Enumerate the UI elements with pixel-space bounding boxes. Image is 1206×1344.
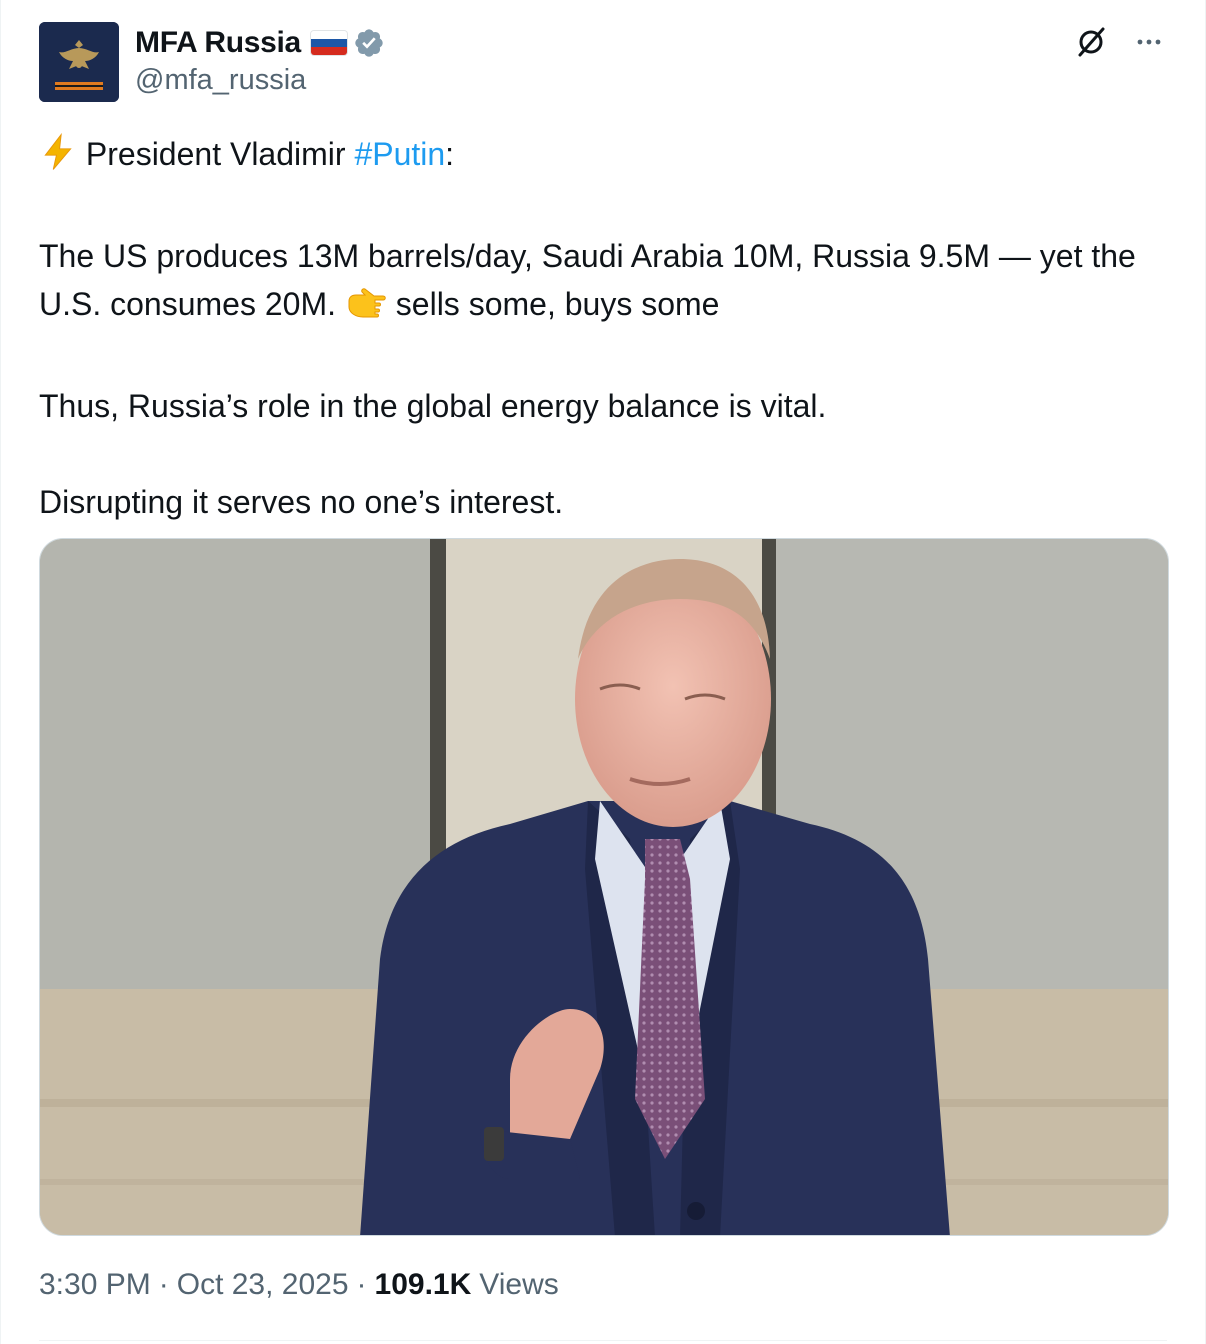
tweet-actions-top: [1073, 24, 1167, 60]
grok-icon[interactable]: [1073, 24, 1109, 60]
meta-separator: ·: [158, 1268, 169, 1301]
author-name-row: MFA Russia: [135, 24, 385, 62]
tweet-time[interactable]: 3:30 PM: [39, 1268, 151, 1302]
views-count: 109.1K: [374, 1268, 472, 1301]
tweet-photo[interactable]: [39, 538, 1169, 1236]
backhand-index-pointing-right-emoji: [345, 286, 387, 334]
tweet-line1-prefix: President Vladimir: [85, 136, 355, 172]
russia-flag-icon: [310, 31, 347, 55]
tweet-text: President Vladimir #Putin: The US produc…: [39, 130, 1169, 526]
tweet-date[interactable]: Oct 23, 2025: [177, 1268, 349, 1302]
tweet-meta: 3:30 PM · Oct 23, 2025 · 109.1K Views: [39, 1268, 559, 1302]
tweet-para4: Disrupting it serves no one’s interest.: [39, 484, 564, 520]
verified-badge-icon: [355, 29, 383, 57]
photo-illustration: [40, 539, 1168, 1235]
author-handle[interactable]: @mfa_russia: [135, 64, 306, 97]
hashtag-link[interactable]: #Putin: [354, 136, 445, 172]
more-options-icon[interactable]: [1131, 24, 1167, 60]
tweet-para3: Thus, Russia’s role in the global energy…: [39, 388, 827, 424]
tweet-card: MFA Russia @mfa_russia President Vladimi…: [0, 0, 1206, 1344]
tweet-line1-suffix: :: [445, 136, 455, 172]
divider: [39, 1340, 1167, 1341]
author-name[interactable]: MFA Russia: [135, 26, 301, 60]
high-voltage-emoji: [39, 132, 77, 184]
meta-separator: ·: [356, 1268, 367, 1301]
author-avatar[interactable]: [39, 22, 119, 102]
russian-coat-of-arms-icon: [39, 22, 119, 102]
tweet-para2-part2: sells some, buys some: [386, 286, 720, 322]
views-label: Views: [479, 1268, 559, 1301]
